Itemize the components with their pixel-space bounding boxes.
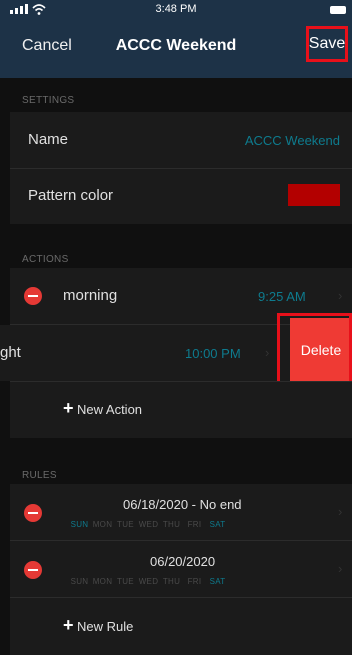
remove-icon[interactable] — [24, 504, 42, 522]
rule-days: SUN MON TUE WED THU FRI SAT — [68, 520, 229, 529]
day-sat: SAT — [209, 577, 226, 586]
new-rule-row[interactable]: + New Rule — [10, 598, 352, 655]
save-button[interactable]: Save — [306, 26, 348, 62]
pattern-color-row[interactable]: Pattern color — [10, 169, 352, 224]
chevron-right-icon: › — [338, 504, 343, 519]
day-tue: TUE — [117, 520, 134, 529]
page-title: ACCC Weekend — [115, 37, 237, 54]
name-value[interactable]: ACCC Weekend — [245, 133, 340, 148]
status-bar: 3:48 PM — [0, 0, 352, 20]
day-wed: WED — [138, 577, 159, 586]
rule-row[interactable]: 06/18/2020 - No end SUN MON TUE WED THU FRI SA… — [10, 484, 352, 540]
day-sat: SAT — [209, 520, 226, 529]
remove-icon[interactable] — [24, 561, 42, 579]
day-wed: WED — [138, 520, 159, 529]
day-sun: SUN — [70, 520, 89, 529]
day-sun: SUN — [70, 577, 89, 586]
battery-icon — [330, 6, 346, 14]
day-thu: THU — [162, 577, 181, 586]
settings-section-header: SETTINGS — [22, 95, 75, 106]
actions-section-header: ACTIONS — [22, 254, 69, 265]
chevron-right-icon: › — [338, 288, 343, 303]
action-time: 10:00 PM — [185, 346, 241, 361]
plus-icon: + — [63, 398, 74, 418]
chevron-right-icon: › — [338, 561, 343, 576]
action-label: ght — [0, 344, 21, 361]
day-fri: FRI — [187, 520, 202, 529]
status-time: 3:48 PM — [155, 3, 197, 15]
day-mon: MON — [92, 577, 113, 586]
name-label: Name — [28, 131, 69, 148]
action-label: morning — [63, 287, 118, 304]
day-mon: MON — [92, 520, 113, 529]
name-row[interactable]: Name ACCC Weekend — [10, 112, 352, 168]
day-tue: TUE — [117, 577, 134, 586]
remove-icon[interactable] — [24, 287, 42, 305]
navigation-bar: Cancel ACCC Weekend Save — [0, 20, 352, 78]
new-action-label: New Action — [77, 402, 143, 417]
plus-icon: + — [63, 615, 74, 635]
rule-days: SUN MON TUE WED THU FRI SAT — [68, 577, 229, 586]
new-action-row[interactable]: + New Action — [10, 382, 352, 438]
chevron-right-icon: › — [265, 345, 270, 360]
action-time: 9:25 AM — [258, 289, 306, 304]
new-rule-label: New Rule — [77, 619, 134, 634]
rules-section-header: RULES — [22, 470, 57, 481]
day-thu: THU — [162, 520, 181, 529]
rule-title: 06/20/2020 — [150, 554, 216, 569]
rule-title: 06/18/2020 - No end — [123, 497, 242, 512]
day-fri: FRI — [187, 577, 202, 586]
pattern-color-label: Pattern color — [28, 187, 114, 204]
pattern-color-swatch[interactable] — [288, 184, 340, 206]
rule-row[interactable]: 06/20/2020 SUN MON TUE WED THU FRI SAT › — [10, 541, 352, 597]
